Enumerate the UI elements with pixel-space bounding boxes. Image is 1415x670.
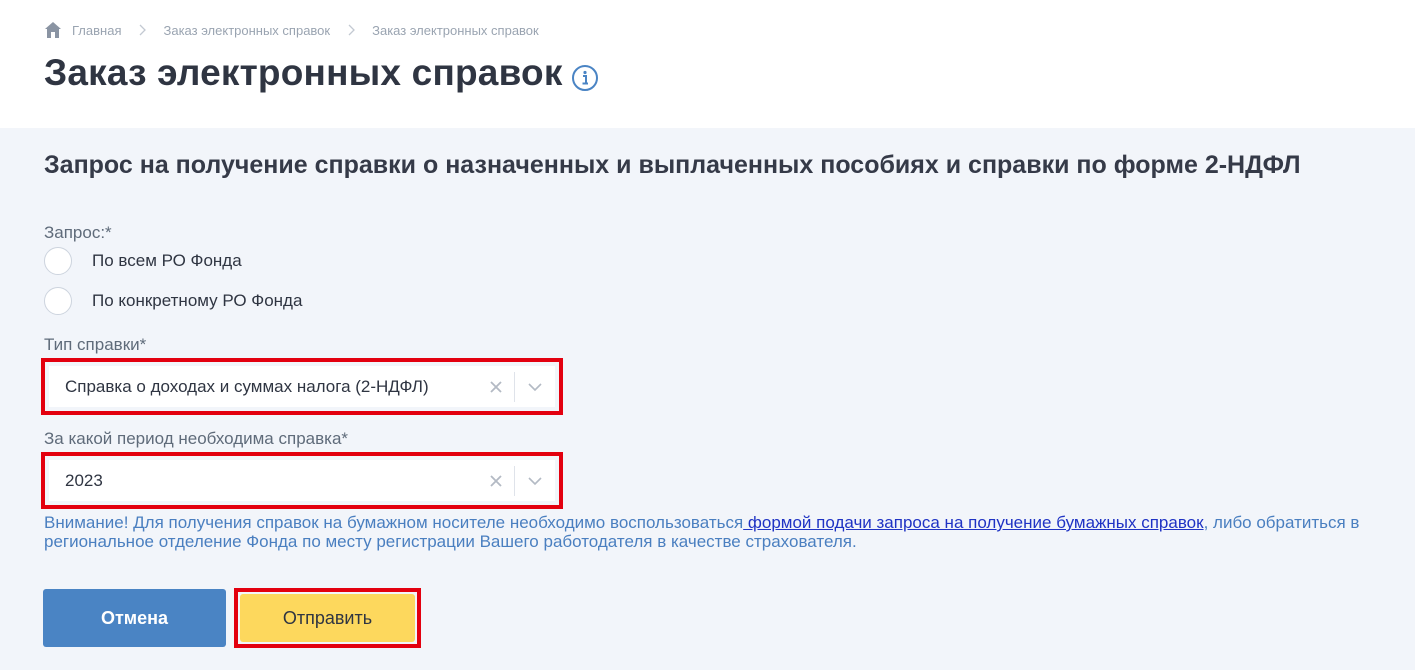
close-icon[interactable] [478, 366, 514, 407]
request-form-panel: Запрос на получение справки о назначенны… [0, 128, 1415, 670]
radio-specific-ro[interactable]: По конкретному РО Фонда [44, 287, 302, 315]
paper-request-link[interactable]: формой подачи запроса на получение бумаж… [743, 513, 1204, 532]
radio-button[interactable] [44, 247, 72, 275]
chevron-right-icon [135, 23, 149, 37]
cancel-button[interactable]: Отмена [43, 589, 226, 647]
period-value: 2023 [65, 470, 103, 490]
radio-label: По конкретному РО Фонда [92, 291, 303, 310]
close-icon[interactable] [478, 460, 514, 501]
info-icon[interactable] [571, 59, 599, 91]
submit-highlight: Отправить [234, 588, 421, 648]
form-title: Запрос на получение справки о назначенны… [44, 151, 1301, 179]
cert-type-highlight: Справка о доходах и суммах налога (2-НДФ… [41, 358, 563, 415]
page-header: Главная Заказ электронных справок Заказ … [0, 0, 1415, 128]
breadcrumb-orders[interactable]: Заказ электронных справок [163, 23, 330, 38]
notice-text: Внимание! Для получения справок на бумаж… [44, 513, 744, 532]
breadcrumb: Главная Заказ электронных справок Заказ … [44, 20, 539, 40]
cert-type-select[interactable]: Справка о доходах и суммах налога (2-НДФ… [49, 366, 555, 407]
home-icon[interactable] [44, 21, 62, 39]
breadcrumb-current: Заказ электронных справок [372, 22, 539, 38]
chevron-right-icon [344, 23, 358, 37]
chevron-down-icon[interactable] [515, 460, 555, 501]
submit-button[interactable]: Отправить [240, 594, 415, 642]
cert-type-label: Тип справки* [44, 335, 147, 354]
page-title: Заказ электронных справок [44, 52, 599, 94]
period-label: За какой период необходима справка* [44, 429, 349, 448]
radio-button[interactable] [44, 287, 72, 315]
radio-all-ro[interactable]: По всем РО Фонда [44, 247, 242, 275]
paper-request-notice: Внимание! Для получения справок на бумаж… [44, 513, 1384, 551]
radio-label: По всем РО Фонда [92, 251, 242, 270]
cert-type-value: Справка о доходах и суммах налога (2-НДФ… [65, 376, 429, 396]
period-select[interactable]: 2023 [49, 460, 555, 501]
page-title-text: Заказ электронных справок [44, 52, 563, 93]
request-label: Запрос:* [44, 223, 112, 242]
chevron-down-icon[interactable] [515, 366, 555, 407]
period-highlight: 2023 [41, 452, 563, 509]
breadcrumb-home[interactable]: Главная [72, 23, 121, 38]
